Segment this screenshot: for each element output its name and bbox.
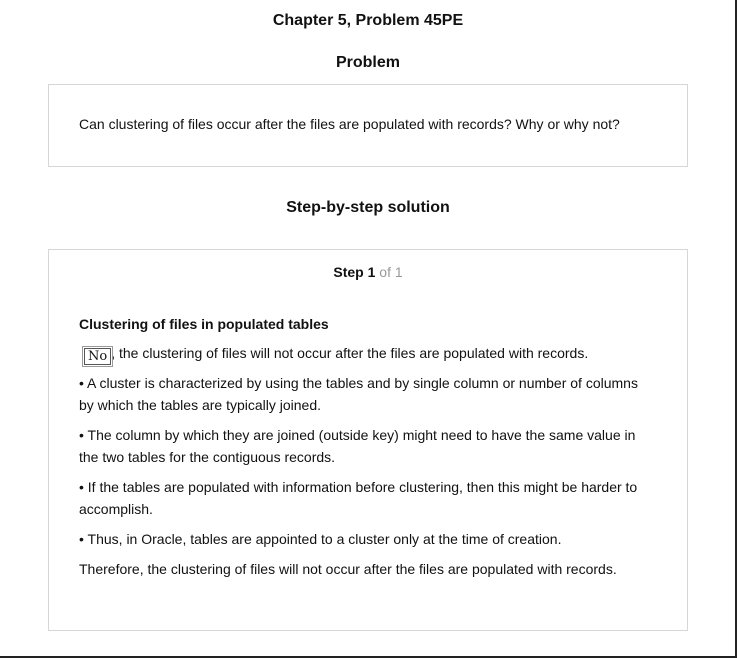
step-number: 1: [367, 264, 376, 280]
step-content: Clustering of files in populated tables …: [79, 313, 654, 588]
step-header: Step 1 of 1: [49, 264, 687, 280]
solution-conclusion: Therefore, the clustering of files will …: [79, 561, 617, 577]
answer-line: No, the clustering of files will not occ…: [79, 342, 654, 365]
problem-text: Can clustering of files occur after the …: [79, 116, 620, 132]
step-total: of 1: [379, 264, 403, 280]
solution-paragraph: • Thus, in Oracle, tables are appointed …: [79, 531, 562, 547]
solution-paragraph: • If the tables are populated with infor…: [79, 479, 638, 517]
answer-text: , the clustering of files will not occur…: [111, 345, 589, 361]
solution-heading: Step-by-step solution: [286, 199, 450, 216]
chapter-title: Chapter 5, Problem 45PE: [272, 12, 464, 29]
problem-heading: Problem: [335, 54, 400, 71]
answer-box: No: [84, 348, 112, 365]
step-label: Step: [333, 264, 364, 280]
problem-box: Can clustering of files occur after the …: [48, 84, 688, 167]
solution-paragraph: • A cluster is characterized by using th…: [79, 375, 638, 413]
step-content-heading: Clustering of files in populated tables: [79, 316, 329, 332]
solution-paragraph: • The column by which they are joined (o…: [79, 427, 636, 465]
solution-box: Step 1 of 1 Clustering of files in popul…: [48, 249, 688, 631]
